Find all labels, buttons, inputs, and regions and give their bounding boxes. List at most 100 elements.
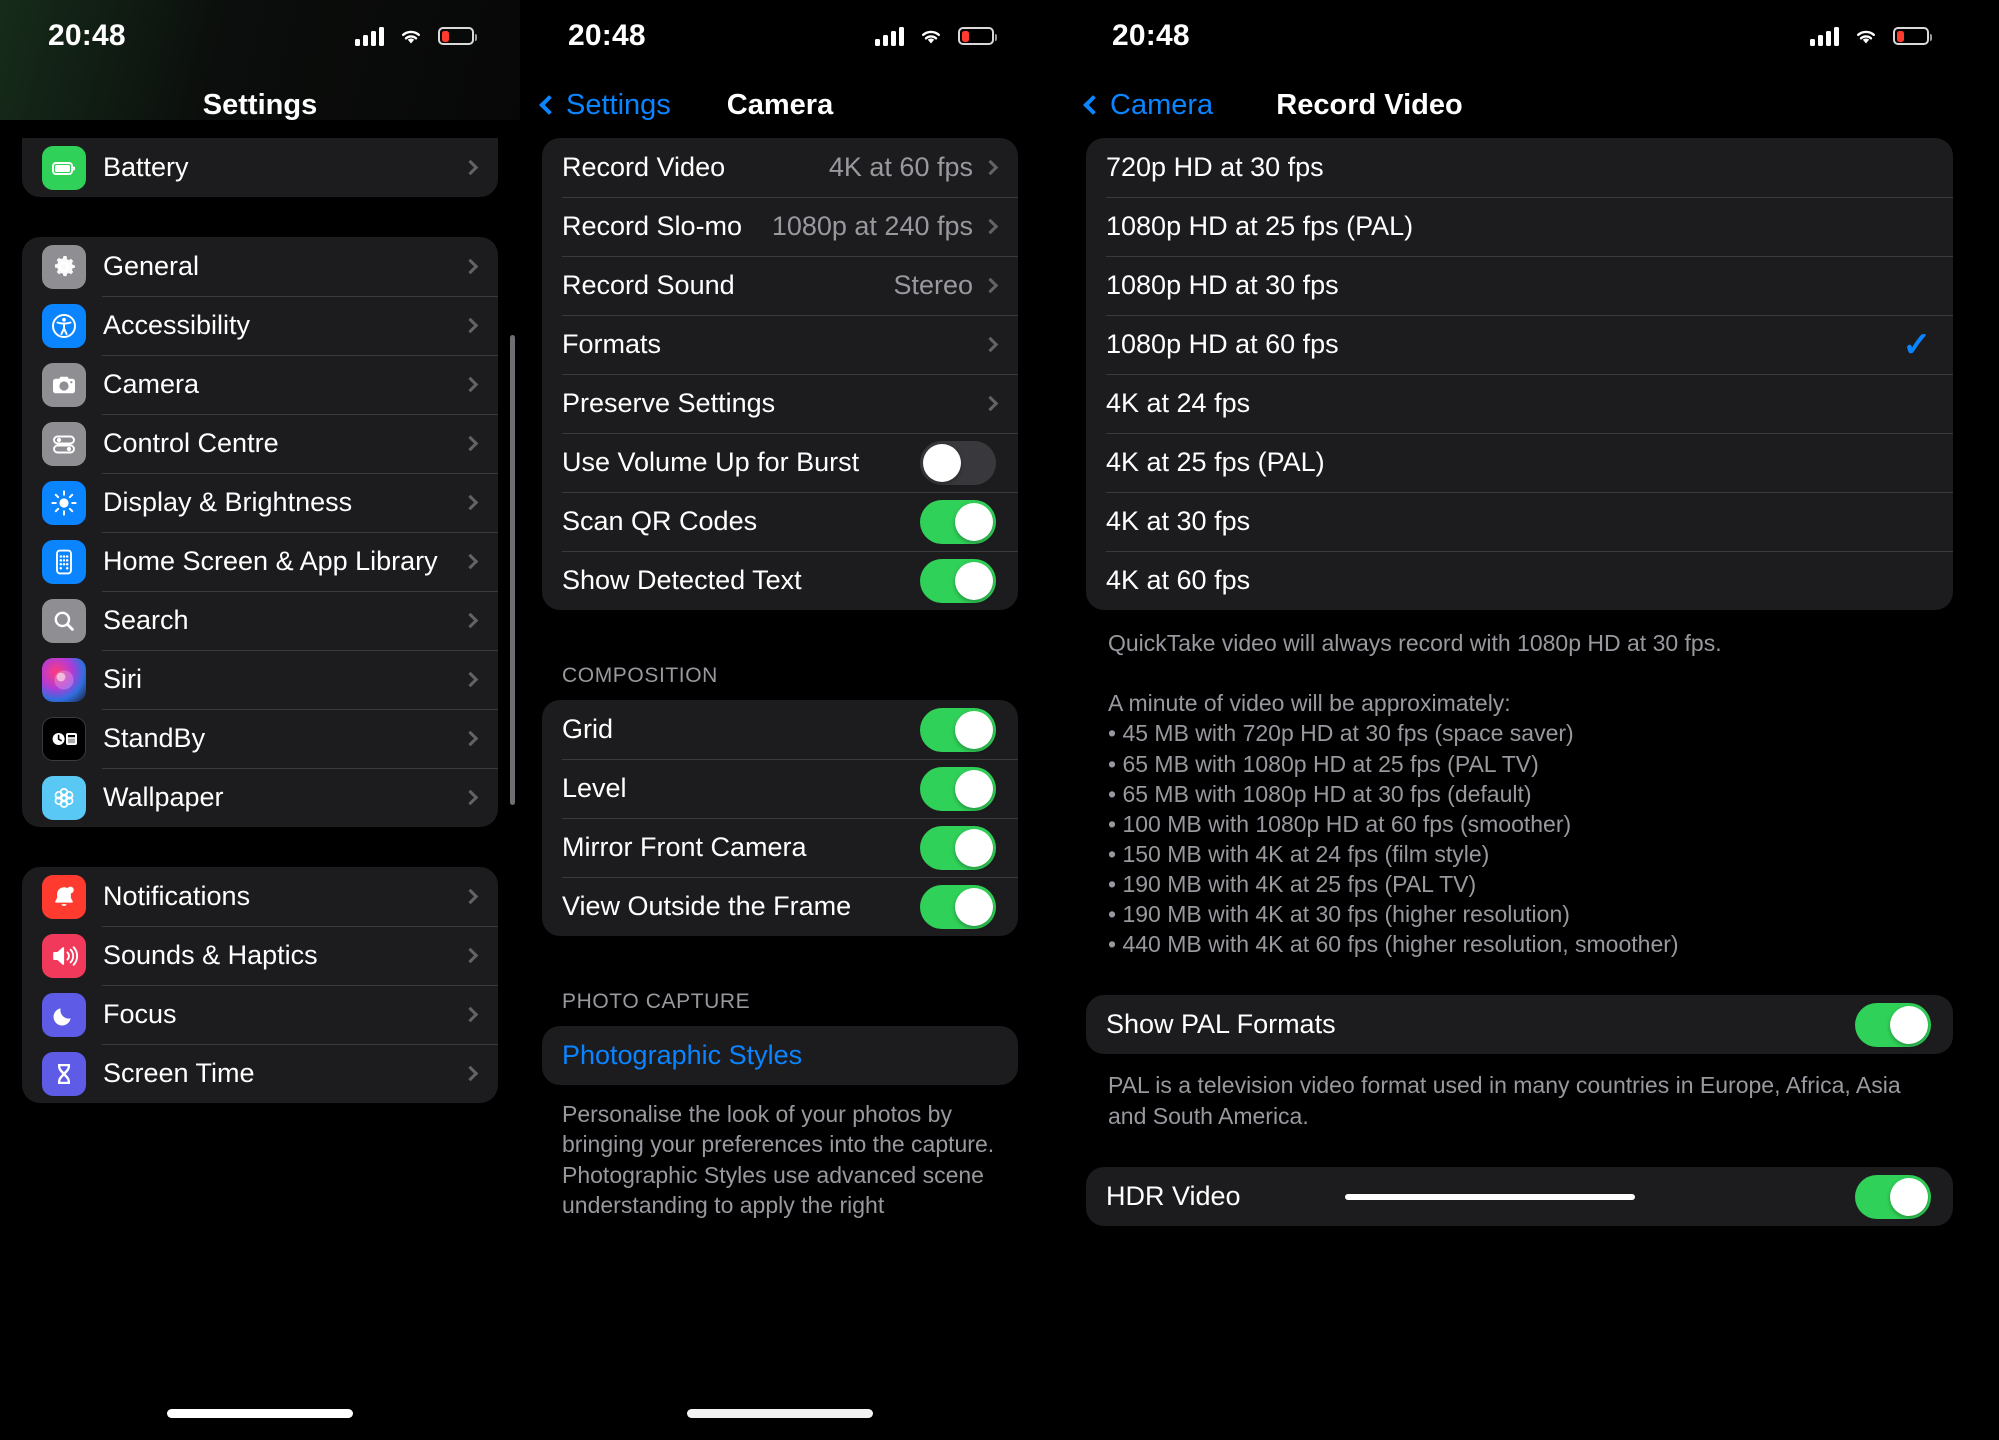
nav-bar-right: Camera Record Video <box>1040 72 1999 138</box>
sidebar-item-label: Battery <box>103 152 189 182</box>
row-preserve-settings[interactable]: Preserve Settings <box>542 374 1018 433</box>
chevron-right-icon <box>462 553 479 570</box>
settings-group-alerts: Notifications Sounds & Haptics Focus Scr… <box>22 867 498 1103</box>
row-grid[interactable]: Grid <box>542 700 1018 759</box>
option-4k-60[interactable]: 4K at 60 fps <box>1086 551 1953 610</box>
sidebar-item-label: Screen Time <box>103 1058 255 1088</box>
settings-scroll-content[interactable]: Battery General Accessibility Camera Con… <box>0 138 520 1103</box>
row-scan-qr-codes[interactable]: Scan QR Codes <box>542 492 1018 551</box>
battery-icon <box>42 145 86 190</box>
row-label: Grid <box>562 714 614 744</box>
back-button-settings[interactable]: Settings <box>520 89 671 122</box>
row-record-sound[interactable]: Record Sound Stereo <box>542 256 1018 315</box>
toggle-scan-qr-codes[interactable] <box>920 499 996 544</box>
page-title: Settings <box>202 88 318 121</box>
status-bar-right: 20:48 <box>1040 0 1999 72</box>
sidebar-item-focus[interactable]: Focus <box>22 985 498 1044</box>
row-value: 1080p at 240 fps <box>771 211 973 241</box>
moon-icon <box>42 992 86 1037</box>
chevron-right-icon <box>982 395 999 412</box>
row-record-slo-mo[interactable]: Record Slo-mo 1080p at 240 fps <box>542 197 1018 256</box>
row-label: Record Sound <box>562 270 735 300</box>
row-value: 4K at 60 fps <box>828 152 973 182</box>
chevron-right-icon <box>462 376 479 393</box>
sidebar-item-label: StandBy <box>103 723 206 753</box>
sidebar-item-screen-time[interactable]: Screen Time <box>22 1044 498 1103</box>
option-1080p-25-pal[interactable]: 1080p HD at 25 fps (PAL) <box>1086 197 1953 256</box>
chevron-right-icon <box>982 159 999 176</box>
row-level[interactable]: Level <box>542 759 1018 818</box>
row-formats[interactable]: Formats <box>542 315 1018 374</box>
sidebar-item-accessibility[interactable]: Accessibility <box>22 296 498 355</box>
sidebar-item-siri[interactable]: Siri <box>22 650 498 709</box>
chevron-right-icon <box>462 494 479 511</box>
row-mirror-front-camera[interactable]: Mirror Front Camera <box>542 818 1018 877</box>
chevron-right-icon <box>462 159 479 176</box>
row-view-outside-the-frame[interactable]: View Outside the Frame <box>542 877 1018 936</box>
toggle-mirror-front-camera[interactable] <box>920 825 996 870</box>
row-label: Record Slo-mo <box>562 211 743 241</box>
cellular-signal-icon <box>875 26 904 46</box>
row-show-detected-text[interactable]: Show Detected Text <box>542 551 1018 610</box>
status-bar-icons <box>355 26 477 46</box>
toggle-show-pal-formats[interactable] <box>1855 1002 1931 1047</box>
camera-group-composition: Grid Level Mirror Front Camera View Outs… <box>542 700 1018 936</box>
chevron-right-icon <box>462 789 479 806</box>
toggle-grid[interactable] <box>920 707 996 752</box>
sidebar-item-sounds-haptics[interactable]: Sounds & Haptics <box>22 926 498 985</box>
gear-icon <box>42 244 86 289</box>
option-1080p-60[interactable]: 1080p HD at 60 fps ✓ <box>1086 315 1953 374</box>
home-indicator-mid <box>687 1409 873 1418</box>
sidebar-item-camera[interactable]: Camera <box>22 355 498 414</box>
sidebar-item-wallpaper[interactable]: Wallpaper <box>22 768 498 827</box>
sidebar-item-search[interactable]: Search <box>22 591 498 650</box>
row-hdr-video[interactable]: HDR Video <box>1086 1167 1953 1226</box>
record-video-screen: 20:48 Camera Record Video 720p HD at 30 … <box>1040 0 1999 1440</box>
row-photographic-styles[interactable]: Photographic Styles <box>542 1026 1018 1085</box>
cellular-signal-icon <box>355 26 384 46</box>
sidebar-item-label: Accessibility <box>103 310 251 340</box>
option-720p-30[interactable]: 720p HD at 30 fps <box>1086 138 1953 197</box>
scrollbar-left[interactable] <box>510 335 515 805</box>
row-use-volume-up-for-burst[interactable]: Use Volume Up for Burst <box>542 433 1018 492</box>
row-label: Preserve Settings <box>562 388 776 418</box>
option-4k-25-pal[interactable]: 4K at 25 fps (PAL) <box>1086 433 1953 492</box>
sidebar-item-control-centre[interactable]: Control Centre <box>22 414 498 473</box>
chevron-right-icon <box>462 435 479 452</box>
option-4k-30[interactable]: 4K at 30 fps <box>1086 492 1953 551</box>
section-header-photo-capture: PHOTO CAPTURE <box>562 990 751 1013</box>
hourglass-icon <box>42 1051 86 1096</box>
option-label: 1080p HD at 60 fps <box>1106 329 1339 359</box>
toggle-hdr-video[interactable] <box>1855 1174 1931 1219</box>
sidebar-item-notifications[interactable]: Notifications <box>22 867 498 926</box>
row-show-pal-formats[interactable]: Show PAL Formats <box>1086 995 1953 1054</box>
chevron-left-icon <box>1083 95 1103 115</box>
footer-pal: PAL is a television video format used in… <box>1108 1072 1908 1129</box>
camera-settings-screen: 20:48 Settings Camera Record Video 4K at… <box>520 0 1040 1440</box>
sidebar-item-general[interactable]: General <box>22 237 498 296</box>
hdr-video-group: HDR Video <box>1086 1167 1953 1227</box>
checkmark-icon: ✓ <box>1902 325 1932 364</box>
sidebar-item-battery[interactable]: Battery <box>22 138 498 197</box>
row-label: Level <box>562 773 627 803</box>
sidebar-item-standby[interactable]: StandBy <box>22 709 498 768</box>
wifi-icon <box>918 27 944 46</box>
sidebar-item-display-brightness[interactable]: Display & Brightness <box>22 473 498 532</box>
chevron-right-icon <box>462 671 479 688</box>
option-1080p-30[interactable]: 1080p HD at 30 fps <box>1086 256 1953 315</box>
toggle-view-outside-the-frame[interactable] <box>920 884 996 929</box>
wifi-icon <box>1853 27 1879 46</box>
toggle-show-detected-text[interactable] <box>920 558 996 603</box>
record-video-scroll-content[interactable]: 720p HD at 30 fps 1080p HD at 25 fps (PA… <box>1040 138 1999 1227</box>
row-record-video[interactable]: Record Video 4K at 60 fps <box>542 138 1018 197</box>
back-button-camera[interactable]: Camera <box>1040 89 1213 122</box>
option-4k-24[interactable]: 4K at 24 fps <box>1086 374 1953 433</box>
search-icon <box>42 598 86 643</box>
camera-scroll-content[interactable]: Record Video 4K at 60 fps Record Slo-mo … <box>520 138 1040 1220</box>
toggle-use-volume-up-for-burst[interactable] <box>920 440 996 485</box>
toggle-level[interactable] <box>920 766 996 811</box>
sidebar-item-label: Search <box>103 605 189 635</box>
sidebar-item-label: Focus <box>103 999 177 1029</box>
bell-icon <box>42 874 86 919</box>
sidebar-item-home-screen[interactable]: Home Screen & App Library <box>22 532 498 591</box>
